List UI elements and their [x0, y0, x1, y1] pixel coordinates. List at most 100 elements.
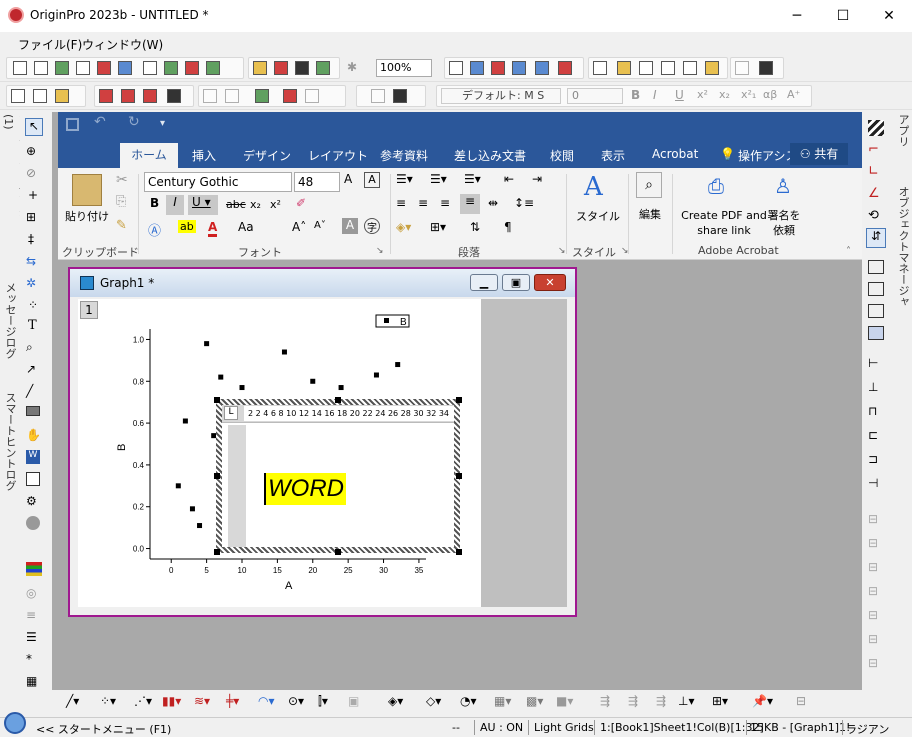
maximize-button[interactable]: ☐ — [820, 0, 866, 32]
distribute-icon-4[interactable]: ⊟ — [868, 584, 878, 598]
format-painter-icon[interactable]: ✎ — [116, 218, 127, 233]
grow-font-button[interactable]: A˄ — [292, 220, 306, 234]
find-editing-icon[interactable]: ⌕ — [636, 172, 662, 198]
decrease-indent-icon[interactable]: ⇤ — [504, 172, 514, 186]
zoom-select[interactable]: 100% — [376, 59, 432, 77]
resize-handle[interactable] — [456, 549, 462, 555]
paste-icon[interactable] — [55, 89, 69, 103]
scale-tool-icon[interactable]: ⊘ — [26, 166, 36, 180]
tab-layout[interactable]: レイアウト — [308, 147, 368, 164]
import-icon[interactable] — [274, 61, 288, 75]
font-name-select[interactable]: Century Gothic — [144, 172, 292, 192]
resize-handle[interactable] — [214, 473, 220, 479]
tab-mailings[interactable]: 差し込み文書 — [454, 147, 526, 164]
pie-icon[interactable]: ◔▾ — [460, 694, 477, 708]
redo-icon[interactable]: ↻ — [128, 114, 140, 130]
font-color-icon[interactable]: A — [208, 220, 218, 237]
word-save-icon[interactable] — [66, 118, 79, 131]
annotation-tool-icon[interactable]: ⌕ — [26, 340, 33, 355]
back-icon[interactable]: ⇶ — [656, 694, 666, 708]
request-signature-button[interactable]: 署名を依頼 — [764, 208, 804, 238]
create-pdf-button[interactable]: Create PDF and share link — [676, 208, 772, 238]
sort-icon[interactable] — [167, 89, 181, 103]
column-plot-icon[interactable]: ▮▮▾ — [162, 694, 181, 708]
italic-button[interactable]: I — [166, 195, 184, 215]
styles-icon[interactable]: A — [584, 172, 603, 202]
tab-home[interactable]: ホーム — [120, 143, 178, 168]
cut-icon[interactable] — [11, 89, 25, 103]
unmask-icon[interactable]: ≡ — [26, 608, 36, 622]
sheet-icon[interactable] — [683, 61, 697, 75]
scatter-plot-icon[interactable]: ⁘▾ — [100, 694, 116, 708]
bullets-icon[interactable]: ☰▾ — [396, 172, 413, 186]
mask-tool-icon[interactable]: ✲ — [26, 276, 36, 290]
data-selector-icon[interactable]: ‡ — [28, 232, 34, 246]
enclose-char-icon[interactable]: 字 — [364, 218, 380, 234]
menu-window[interactable]: ウィンドウ(W) — [82, 36, 163, 53]
area-plot-icon[interactable]: ◠▾ — [258, 694, 275, 708]
customize-qat-icon[interactable]: ▾ — [160, 118, 165, 129]
clear-format-eraser-icon[interactable]: ✐ — [296, 196, 306, 210]
align-icon-3[interactable]: ⊓ — [868, 404, 877, 418]
collapse-ribbon-icon[interactable]: ˄ — [846, 246, 851, 257]
paste-clipboard-icon[interactable] — [72, 174, 102, 206]
shading-icon[interactable]: ◈▾ — [396, 220, 411, 234]
zoom-tool-icon[interactable]: ⊕ — [26, 144, 36, 158]
undo-icon[interactable]: ↶ — [94, 114, 106, 130]
worksheet-query-icon[interactable] — [639, 61, 653, 75]
shrink-font-button[interactable]: A˅ — [314, 220, 326, 231]
pointer-tool-icon[interactable]: ↖ — [25, 118, 43, 136]
tab-insert[interactable]: 挿入 — [192, 147, 216, 164]
graph-template-icon[interactable]: ◈▾ — [388, 694, 403, 708]
bold-icon[interactable]: B — [631, 88, 640, 102]
lock-icon[interactable]: ⊟ — [796, 694, 806, 708]
object-manager-tab[interactable]: オブジェクトマネージャ — [895, 186, 911, 326]
text-effects-icon[interactable]: Ⓐ — [148, 220, 161, 239]
line-plot-icon[interactable]: ╱▾ — [66, 694, 79, 708]
draw-data-icon[interactable]: ⇆ — [26, 254, 36, 268]
align-icon-5[interactable]: ⊐ — [868, 452, 878, 466]
multi-curve-icon[interactable]: ≋▾ — [194, 694, 210, 708]
distribute-icon-2[interactable]: ⊟ — [868, 536, 878, 550]
highlight-icon[interactable]: ab — [178, 220, 196, 233]
stats-plot-icon[interactable]: ╪▾ — [226, 694, 239, 708]
change-case-icon[interactable]: Aa — [238, 220, 254, 234]
distribute-icon-5[interactable]: ⊟ — [868, 608, 878, 622]
subscript-icon[interactable]: x₂ — [719, 88, 730, 101]
table-plot-icon[interactable]: ▦▾ — [494, 694, 511, 708]
underline-icon[interactable]: U — [675, 88, 684, 102]
numbering-icon[interactable]: ☰▾ — [430, 172, 447, 186]
open-icon[interactable] — [253, 61, 267, 75]
new-graph-icon[interactable] — [97, 61, 111, 75]
underline-button[interactable]: U ▾ — [188, 195, 218, 215]
grow-font-icon[interactable]: A — [344, 172, 352, 186]
word-object-icon[interactable]: W — [26, 450, 40, 464]
extract-icon[interactable] — [225, 89, 239, 103]
rectangle-tool-icon[interactable] — [26, 406, 40, 416]
graph-window[interactable]: Graph1 * ▁ ▣ ✕ 1 0 5 10 15 20 25 30 35 0.0 0.2 0.4… — [68, 267, 577, 617]
3d-icon[interactable] — [305, 89, 319, 103]
distribute-icon-3[interactable]: ⊟ — [868, 560, 878, 574]
grid-view-icon[interactable] — [393, 89, 407, 103]
code-builder-icon[interactable] — [512, 61, 526, 75]
font-larger-icon[interactable]: A⁺ — [787, 88, 800, 101]
font-size-input[interactable]: 48 — [294, 172, 340, 192]
align-icon-6[interactable]: ⊣ — [868, 476, 878, 490]
superscript-button[interactable]: x² — [270, 198, 281, 211]
resize-handle[interactable] — [214, 549, 220, 555]
search-globe-icon[interactable] — [4, 712, 26, 734]
resize-handle[interactable] — [214, 397, 220, 403]
superscript-icon[interactable]: x² — [697, 88, 708, 101]
save-icon[interactable] — [295, 61, 309, 75]
column-values-icon[interactable] — [143, 89, 157, 103]
messages-log-tab[interactable]: メッセージログ — [2, 282, 18, 372]
find-icon[interactable] — [617, 61, 631, 75]
axis-icon-1[interactable]: ⌐ — [868, 142, 879, 157]
italic-icon[interactable]: I — [653, 88, 657, 102]
apps-tab[interactable]: アプリ — [895, 114, 911, 154]
legend[interactable]: B — [375, 314, 410, 328]
tab-references[interactable]: 参考資料 — [380, 147, 428, 164]
subscript-button[interactable]: x₂ — [250, 198, 261, 211]
align-center-ribbon-icon[interactable]: ≡ — [418, 196, 428, 210]
resize-handle[interactable] — [335, 397, 341, 403]
